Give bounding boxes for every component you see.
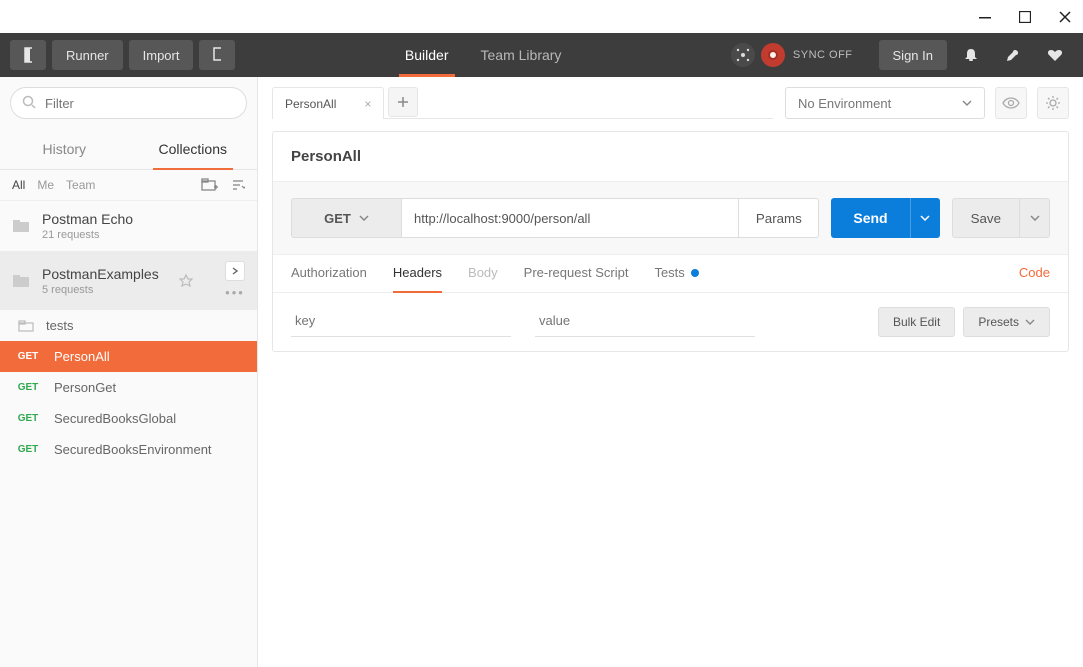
method-value: GET bbox=[324, 211, 351, 226]
request-name: SecuredBooksGlobal bbox=[54, 411, 176, 426]
filter-team[interactable]: Team bbox=[66, 178, 95, 192]
sync-label: SYNC OFF bbox=[793, 49, 853, 61]
request-name: PersonAll bbox=[54, 349, 110, 364]
sync-icon bbox=[761, 43, 785, 67]
request-item-securedbooksglobal[interactable]: GET SecuredBooksGlobal bbox=[0, 403, 257, 434]
folder-icon bbox=[12, 219, 30, 233]
eye-icon bbox=[1002, 97, 1020, 109]
tab-body[interactable]: Body bbox=[468, 265, 498, 292]
tab-label: PersonAll bbox=[285, 97, 336, 111]
import-button[interactable]: Import bbox=[129, 40, 194, 70]
chevron-down-icon bbox=[359, 215, 369, 221]
indicator-dot-icon bbox=[691, 269, 699, 277]
new-tab-button[interactable] bbox=[199, 40, 235, 70]
chevron-down-icon bbox=[962, 100, 972, 106]
method-badge: GET bbox=[14, 382, 42, 393]
tab-tests-label: Tests bbox=[654, 265, 684, 280]
add-tab-button[interactable] bbox=[388, 87, 418, 117]
method-badge: GET bbox=[14, 444, 42, 455]
bulk-edit-button[interactable]: Bulk Edit bbox=[878, 307, 955, 337]
request-item-personall[interactable]: GET PersonAll bbox=[0, 341, 257, 372]
code-link[interactable]: Code bbox=[1019, 265, 1050, 292]
collection-postman-examples[interactable]: PostmanExamples 5 requests ••• bbox=[0, 251, 257, 310]
subfolder-tests[interactable]: tests bbox=[0, 310, 257, 341]
sidebar-tab-collections[interactable]: Collections bbox=[129, 129, 258, 169]
filter-me[interactable]: Me bbox=[37, 178, 54, 192]
sign-in-button[interactable]: Sign In bbox=[879, 40, 947, 70]
header-value-input[interactable] bbox=[535, 307, 755, 337]
gear-icon bbox=[1045, 95, 1061, 111]
close-icon[interactable] bbox=[1059, 11, 1071, 23]
params-button[interactable]: Params bbox=[739, 198, 819, 238]
tab-tests[interactable]: Tests bbox=[654, 265, 698, 292]
runner-button[interactable]: Runner bbox=[52, 40, 123, 70]
request-name: PersonGet bbox=[54, 380, 116, 395]
environment-settings-button[interactable] bbox=[1037, 87, 1069, 119]
tab-authorization[interactable]: Authorization bbox=[291, 265, 367, 292]
collection-count: 5 requests bbox=[42, 284, 159, 296]
new-tab-icon bbox=[213, 47, 221, 63]
chevron-down-icon bbox=[920, 215, 930, 221]
save-dropdown-button[interactable] bbox=[1020, 198, 1050, 238]
presets-label: Presets bbox=[978, 315, 1019, 329]
method-badge: GET bbox=[14, 351, 42, 362]
send-dropdown-button[interactable] bbox=[910, 198, 940, 238]
more-icon[interactable]: ••• bbox=[225, 285, 245, 300]
new-collection-icon[interactable] bbox=[201, 178, 219, 192]
settings-icon[interactable] bbox=[995, 40, 1031, 70]
maximize-icon[interactable] bbox=[1019, 11, 1031, 23]
tab-builder[interactable]: Builder bbox=[389, 33, 465, 77]
request-name: SecuredBooksEnvironment bbox=[54, 442, 212, 457]
star-icon[interactable] bbox=[179, 274, 193, 288]
request-tab[interactable]: PersonAll × bbox=[272, 87, 384, 119]
sidebar-tab-history[interactable]: History bbox=[0, 129, 129, 169]
tab-prerequest[interactable]: Pre-request Script bbox=[524, 265, 629, 292]
notifications-icon[interactable] bbox=[953, 40, 989, 70]
collection-count: 21 requests bbox=[42, 229, 133, 241]
expand-icon[interactable] bbox=[225, 261, 245, 281]
filter-all[interactable]: All bbox=[12, 178, 25, 192]
environment-select[interactable]: No Environment bbox=[785, 87, 985, 119]
request-title: PersonAll bbox=[273, 132, 1068, 182]
sort-icon[interactable] bbox=[231, 178, 245, 192]
presets-button[interactable]: Presets bbox=[963, 307, 1050, 337]
chevron-down-icon bbox=[1030, 215, 1040, 221]
close-icon[interactable]: × bbox=[364, 97, 371, 111]
content-area: PersonAll × No Environment bbox=[258, 77, 1083, 667]
subfolder-name: tests bbox=[46, 318, 73, 333]
plus-icon bbox=[397, 96, 409, 108]
filter-input[interactable] bbox=[10, 87, 247, 119]
interceptor-icon[interactable] bbox=[731, 43, 755, 67]
request-item-personget[interactable]: GET PersonGet bbox=[0, 372, 257, 403]
header-key-input[interactable] bbox=[291, 307, 511, 337]
collection-postman-echo[interactable]: Postman Echo 21 requests bbox=[0, 201, 257, 251]
sync-status[interactable]: SYNC OFF bbox=[761, 43, 853, 67]
method-badge: GET bbox=[14, 413, 42, 424]
sidebar-icon bbox=[24, 47, 32, 63]
toggle-sidebar-button[interactable] bbox=[10, 40, 46, 70]
environment-label: No Environment bbox=[798, 96, 891, 111]
tab-team-library[interactable]: Team Library bbox=[465, 33, 578, 77]
send-button[interactable]: Send bbox=[831, 198, 909, 238]
tab-headers[interactable]: Headers bbox=[393, 265, 442, 292]
search-icon bbox=[22, 95, 36, 109]
top-toolbar: Runner Import Builder Team Library SYNC … bbox=[0, 33, 1083, 77]
request-item-securedbooksenvironment[interactable]: GET SecuredBooksEnvironment bbox=[0, 434, 257, 465]
chevron-down-icon bbox=[1025, 319, 1035, 325]
heart-icon[interactable] bbox=[1037, 40, 1073, 70]
method-select[interactable]: GET bbox=[291, 198, 401, 238]
window-titlebar bbox=[0, 0, 1083, 33]
collection-title: Postman Echo bbox=[42, 211, 133, 227]
environment-quicklook-button[interactable] bbox=[995, 87, 1027, 119]
sidebar: History Collections All Me Team Postman … bbox=[0, 77, 258, 667]
collection-title: PostmanExamples bbox=[42, 266, 159, 282]
folder-outline-icon bbox=[18, 320, 34, 332]
url-input[interactable] bbox=[401, 198, 739, 238]
save-button[interactable]: Save bbox=[952, 198, 1020, 238]
minimize-icon[interactable] bbox=[979, 11, 991, 23]
folder-icon bbox=[12, 274, 30, 288]
